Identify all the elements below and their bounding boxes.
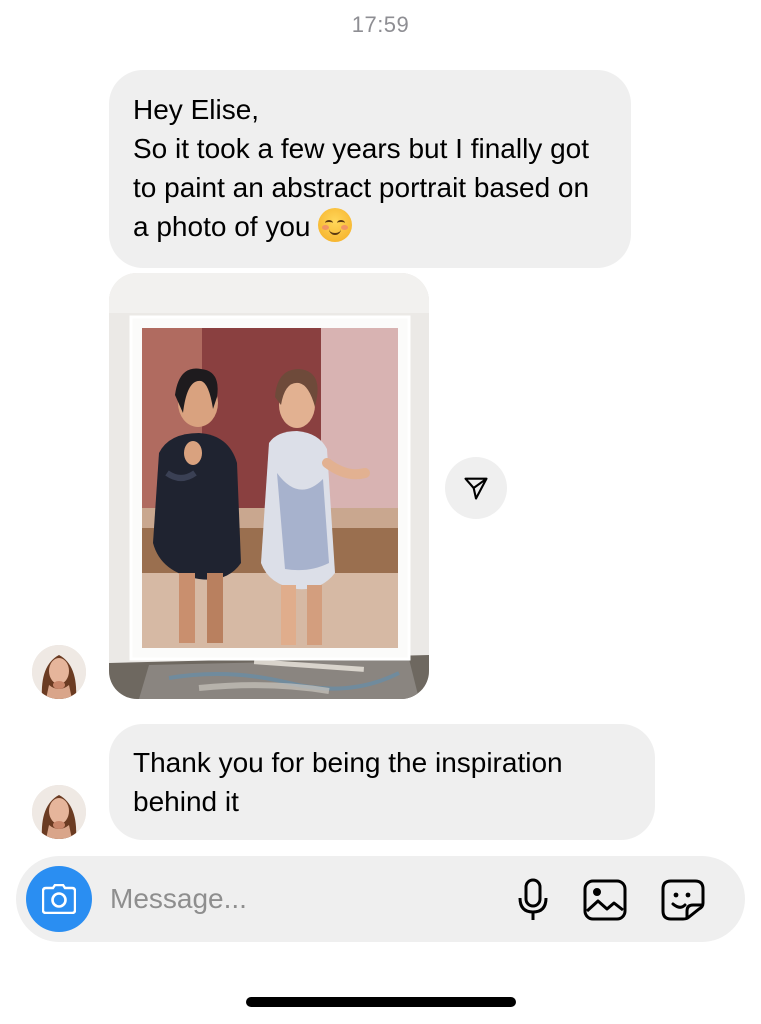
camera-icon (42, 884, 76, 914)
profile-photo-icon (32, 785, 86, 839)
smiling-face-emoji-icon (318, 208, 353, 242)
shared-photo[interactable] (109, 273, 429, 699)
painting-photo (109, 273, 429, 699)
message-composer: Message... (16, 856, 745, 942)
profile-photo-icon (32, 645, 86, 699)
share-button[interactable] (445, 457, 507, 519)
message-text: Thank you for being the inspiration behi… (133, 747, 563, 817)
home-indicator (246, 997, 516, 1007)
message-input[interactable]: Message... (110, 881, 490, 917)
sender-avatar[interactable] (32, 785, 86, 839)
message-text: Hey Elise, So it took a few years but I … (133, 94, 590, 242)
sender-avatar[interactable] (32, 645, 86, 699)
microphone-icon (518, 878, 548, 920)
message-bubble[interactable]: Thank you for being the inspiration behi… (109, 724, 655, 840)
camera-button[interactable] (26, 866, 92, 932)
timestamp: 17:59 (351, 12, 410, 37)
message-bubble[interactable]: Hey Elise, So it took a few years but I … (109, 70, 631, 268)
sticker-button[interactable] (660, 877, 706, 923)
gallery-button[interactable] (582, 877, 628, 923)
microphone-button[interactable] (510, 877, 556, 923)
gallery-icon (583, 879, 627, 921)
send-arrow-icon (464, 477, 488, 500)
sticker-icon (661, 879, 705, 921)
